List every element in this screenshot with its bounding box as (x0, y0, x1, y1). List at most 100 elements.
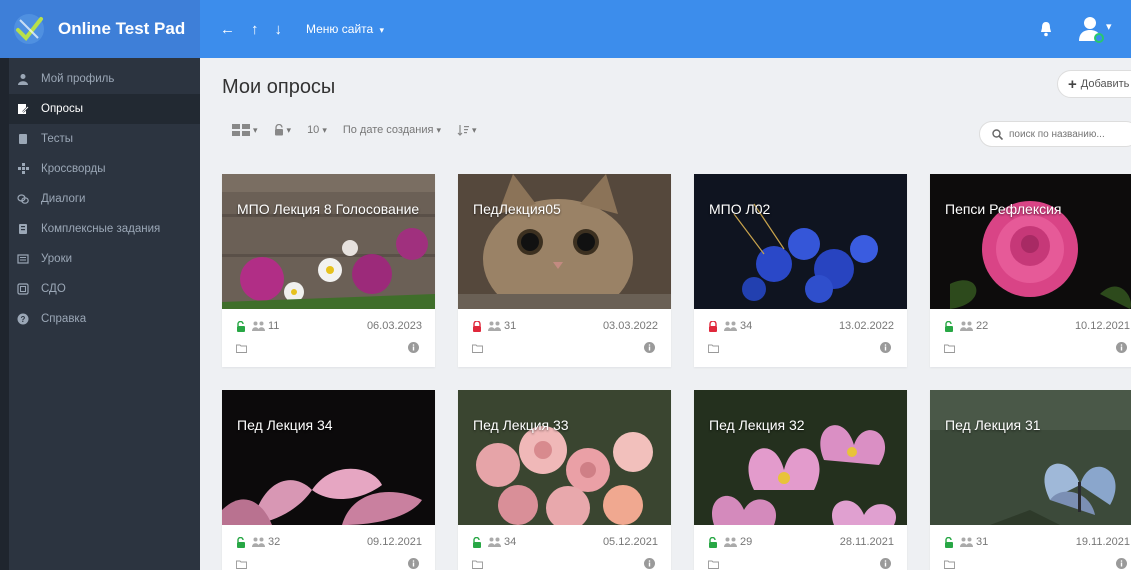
sidebar-item-lessons[interactable]: Уроки (9, 244, 200, 274)
participants-count: 34 (504, 536, 517, 548)
navbar: ← ↑ ↓ Меню сайта ▾ ▾ (200, 0, 1131, 58)
toolbar: ▾ ▾ 10 ▾ По дате создания ▾ ▾ (232, 124, 493, 136)
folder-icon[interactable] (472, 344, 483, 353)
flowers-image (222, 174, 435, 309)
sidebar-item-label: Комплексные задания (41, 223, 161, 235)
lilies-image (222, 390, 435, 525)
folder-icon[interactable] (236, 560, 247, 569)
locked-icon (473, 320, 481, 332)
sort-order-icon (457, 125, 469, 136)
info-icon[interactable] (408, 342, 419, 353)
card-title: МПО Лекция 8 Голосование (237, 201, 420, 217)
access-filter-dropdown[interactable]: ▾ (274, 124, 291, 136)
card-thumbnail: Пепси Рефлексия (930, 174, 1131, 309)
participants-icon (724, 537, 737, 547)
sidebar-item-label: Тесты (41, 133, 74, 145)
sidebar-item-lms[interactable]: СДО (9, 274, 200, 304)
sort-order-dropdown[interactable]: ▾ (457, 124, 477, 136)
folder-icon[interactable] (708, 560, 719, 569)
card-meta: 34 05.12.2021 (472, 536, 658, 548)
card-title: Пед Лекция 31 (945, 417, 1041, 433)
roses-bouquet-image (458, 390, 671, 525)
card-thumbnail: ПедЛекция05 (458, 174, 671, 309)
info-icon[interactable] (880, 342, 891, 353)
survey-card[interactable]: Пед Лекция 33 34 05.12.2021 (458, 390, 671, 570)
sidebar-item-label: СДО (41, 283, 66, 295)
sidebar-item-label: Мой профиль (41, 73, 115, 85)
card-meta: 31 19.11.2021 (944, 536, 1130, 548)
card-meta: 31 03.03.2022 (472, 320, 658, 332)
user-icon (18, 74, 28, 85)
unlocked-icon (709, 536, 717, 548)
folder-icon[interactable] (944, 560, 955, 569)
survey-card[interactable]: МПО Л02 34 13.02.2022 (694, 174, 907, 367)
card-date: 03.03.2022 (602, 320, 658, 332)
info-icon[interactable] (644, 558, 655, 569)
survey-card[interactable]: Пепси Рефлексия 22 10.12.2021 (930, 174, 1131, 367)
sidebar-item-surveys[interactable]: Опросы (9, 94, 200, 124)
rose-image (930, 174, 1131, 309)
up-arrow-icon[interactable]: ↑ (251, 21, 259, 38)
user-menu-chevron-icon[interactable]: ▾ (1106, 20, 1112, 33)
info-icon[interactable] (408, 558, 419, 569)
sidebar-item-label: Опросы (41, 103, 83, 115)
top-bar: Online Test Pad ← ↑ ↓ Меню сайта ▾ ▾ (0, 0, 1131, 58)
survey-card[interactable]: МПО Лекция 8 Голосование 11 06.03.2023 (222, 174, 435, 367)
crossword-icon (18, 163, 29, 174)
folder-icon[interactable] (472, 560, 483, 569)
card-thumbnail: МПО Лекция 8 Голосование (222, 174, 435, 309)
locked-icon (709, 320, 717, 332)
sidebar-item-crosswords[interactable]: Кроссворды (9, 154, 200, 184)
svg-text:?: ? (21, 315, 26, 324)
folder-icon[interactable] (708, 344, 719, 353)
card-thumbnail: Пед Лекция 31 (930, 390, 1131, 525)
card-title: ПедЛекция05 (473, 201, 561, 217)
bell-icon[interactable] (1038, 20, 1054, 38)
card-meta: 32 09.12.2021 (236, 536, 422, 548)
survey-card[interactable]: Пед Лекция 32 29 28.11.2021 (694, 390, 907, 570)
view-mode-dropdown[interactable]: ▾ (232, 124, 258, 136)
sidebar-item-help[interactable]: ? Справка (9, 304, 200, 334)
unlocked-icon (945, 320, 953, 332)
sidebar-item-complex-tasks[interactable]: Комплексные задания (9, 214, 200, 244)
sidebar-item-dialogs[interactable]: Диалоги (9, 184, 200, 214)
info-icon[interactable] (644, 342, 655, 353)
card-meta: 34 13.02.2022 (708, 320, 894, 332)
info-icon[interactable] (880, 558, 891, 569)
folder-icon[interactable] (944, 344, 955, 353)
app-name: Online Test Pad (58, 19, 186, 38)
sort-dropdown[interactable]: По дате создания ▾ (343, 124, 441, 136)
sort-label: По дате создания (342, 124, 434, 136)
card-date: 19.11.2021 (1075, 536, 1130, 548)
brand[interactable]: Online Test Pad (0, 0, 200, 58)
card-date: 09.12.2021 (366, 536, 422, 548)
unlocked-icon (945, 536, 953, 548)
down-arrow-icon[interactable]: ↓ (275, 21, 283, 38)
site-menu-dropdown[interactable]: Меню сайта ▾ (306, 22, 384, 36)
card-title: Пепси Рефлексия (945, 201, 1062, 217)
info-icon[interactable] (1116, 558, 1127, 569)
back-arrow-icon[interactable]: ← (220, 21, 235, 38)
per-page-dropdown[interactable]: 10 ▾ (307, 124, 327, 136)
folder-icon[interactable] (236, 344, 247, 353)
chevron-down-icon: ▾ (253, 124, 258, 135)
chevron-down-icon: ▾ (436, 124, 441, 135)
info-icon[interactable] (1116, 342, 1127, 353)
sidebar-item-profile[interactable]: Мой профиль (9, 64, 200, 94)
survey-card[interactable]: Пед Лекция 34 32 09.12.2021 (222, 390, 435, 570)
card-thumbnail: Пед Лекция 32 (694, 390, 907, 525)
search-box[interactable] (979, 121, 1131, 147)
help-icon: ? (17, 313, 29, 325)
plus-icon: + (1068, 75, 1077, 93)
page-title: Мои опросы (222, 76, 336, 98)
sidebar-item-label: Справка (41, 313, 87, 325)
sidebar-item-tests[interactable]: Тесты (9, 124, 200, 154)
survey-card[interactable]: Пед Лекция 31 31 19.11.2021 (930, 390, 1131, 570)
card-thumbnail: Пед Лекция 34 (222, 390, 435, 525)
logo-icon (14, 14, 44, 44)
user-avatar-icon[interactable] (1077, 14, 1107, 44)
search-input[interactable] (1009, 128, 1129, 140)
unlocked-icon (237, 320, 245, 332)
add-button[interactable]: + Добавить (1057, 70, 1131, 98)
survey-card[interactable]: ПедЛекция05 31 03.03.2022 (458, 174, 671, 367)
